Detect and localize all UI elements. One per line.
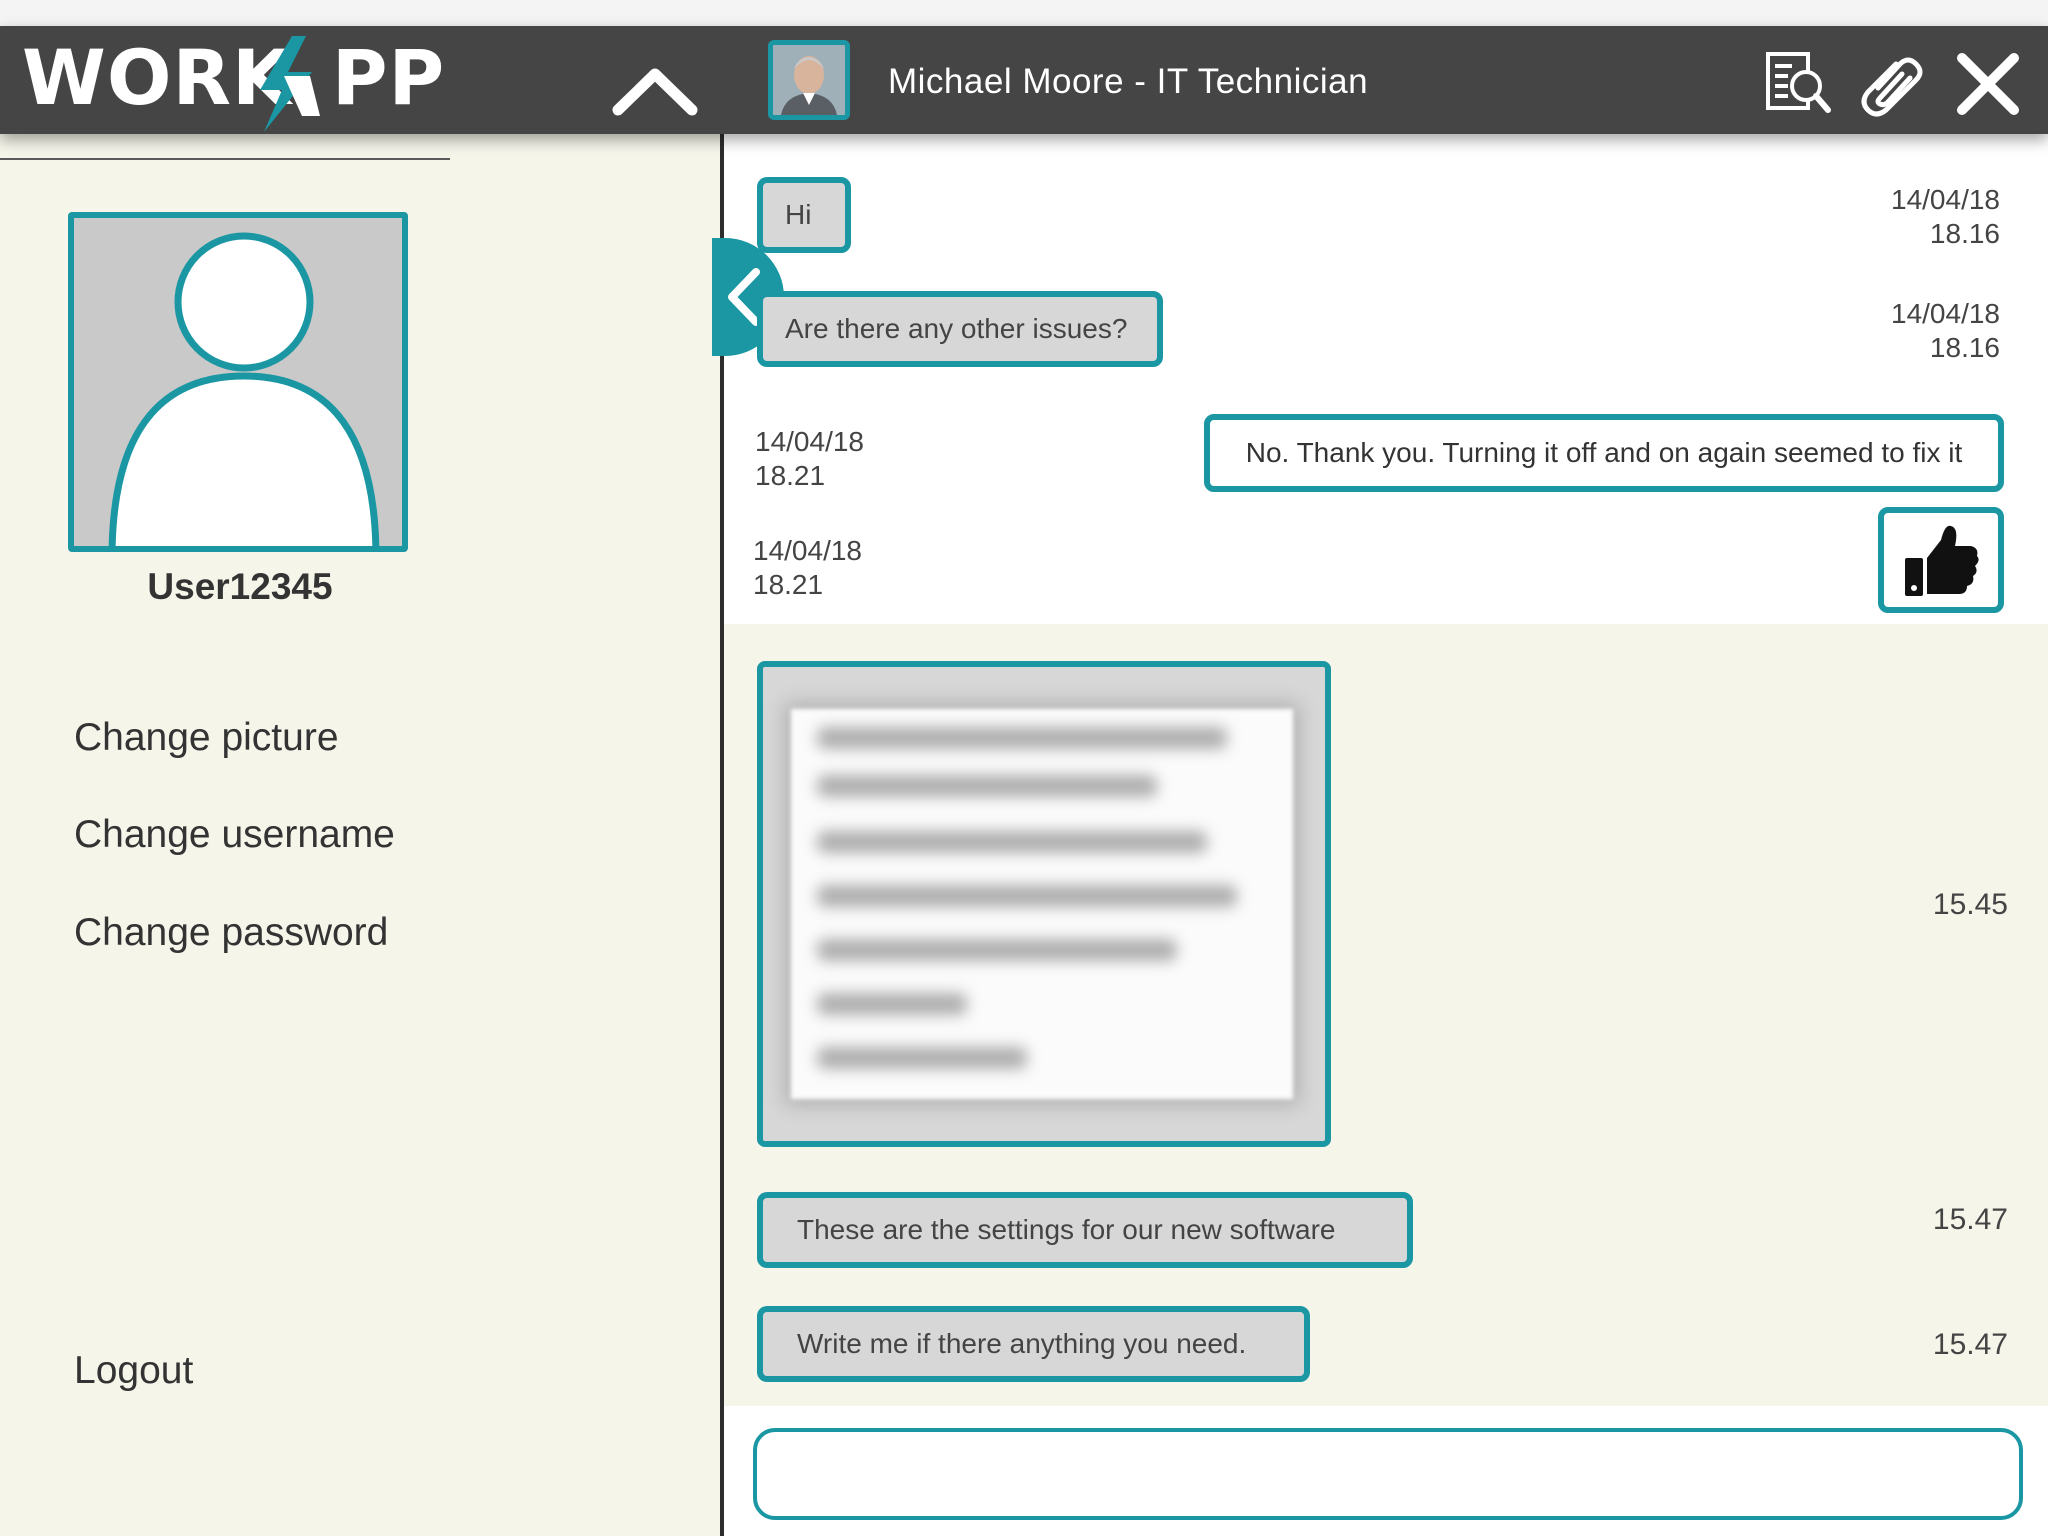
timestamp-time: 18.16	[1929, 218, 2000, 249]
message-bubble: No. Thank you. Turning it off and on aga…	[1204, 414, 2004, 492]
username-label: User12345	[147, 566, 333, 607]
logout-link[interactable]: Logout	[74, 1349, 193, 1393]
message-text: Hi	[785, 199, 812, 230]
paperclip-icon[interactable]	[1856, 48, 1928, 120]
change-username-link[interactable]: Change username	[74, 813, 395, 857]
lightning-bolt-icon	[260, 36, 320, 132]
change-picture-link[interactable]: Change picture	[74, 716, 339, 760]
profile-picture[interactable]	[68, 212, 408, 552]
message-bubble: Are there any other issues?	[757, 291, 1163, 367]
thumbs-up-icon	[1905, 525, 1979, 596]
logo-underline	[0, 158, 450, 160]
contact-avatar[interactable]	[768, 40, 850, 120]
timestamp-date: 14/04/18	[1891, 184, 2000, 215]
message-input[interactable]	[757, 1432, 2019, 1516]
message-timestamp: 15.45	[1932, 888, 2008, 921]
image-attachment[interactable]	[757, 661, 1331, 1147]
message-input-box	[753, 1428, 2023, 1520]
timestamp-time: 18.21	[755, 460, 826, 491]
close-icon[interactable]	[1952, 48, 2024, 120]
app-logo: WORK PP	[22, 36, 445, 132]
message-timestamp: 14/04/18 18.21	[755, 425, 915, 493]
timestamp-time: 18.16	[1929, 332, 2000, 363]
user-placeholder-icon	[108, 232, 380, 546]
message-timestamp: 14/04/18 18.21	[753, 534, 913, 602]
logo-text-right: PP	[331, 33, 446, 122]
message-timestamp: 15.47	[1932, 1328, 2008, 1361]
change-password-link[interactable]: Change password	[74, 911, 388, 955]
timestamp-time: 18.21	[753, 569, 824, 600]
message-timestamp: 14/04/18 18.16	[1840, 297, 2000, 365]
message-text: Write me if there anything you need.	[797, 1328, 1247, 1359]
contact-name: Michael Moore - IT Technician	[888, 62, 1369, 101]
search-document-icon[interactable]	[1762, 48, 1834, 120]
message-bubble: These are the settings for our new softw…	[757, 1192, 1413, 1268]
header-bar: WORK PP Michael Moore - IT Technician	[0, 26, 2048, 160]
message-timestamp: 15.47	[1932, 1203, 2008, 1236]
message-timestamp: 14/04/18 18.16	[1840, 183, 2000, 251]
message-text: These are the settings for our new softw…	[797, 1214, 1336, 1245]
timestamp-date: 14/04/18	[753, 535, 862, 566]
message-text: No. Thank you. Turning it off and on aga…	[1245, 437, 1963, 468]
timestamp-date: 14/04/18	[1891, 298, 2000, 329]
timestamp-date: 14/04/18	[755, 426, 864, 457]
collapse-up-icon[interactable]	[610, 60, 700, 120]
contact-photo	[773, 45, 845, 115]
message-bubble	[1878, 507, 2004, 613]
top-strip	[0, 0, 2048, 26]
message-text: Are there any other issues?	[785, 313, 1128, 344]
blurred-image-preview	[791, 709, 1293, 1099]
message-bubble: Write me if there anything you need.	[757, 1306, 1310, 1382]
